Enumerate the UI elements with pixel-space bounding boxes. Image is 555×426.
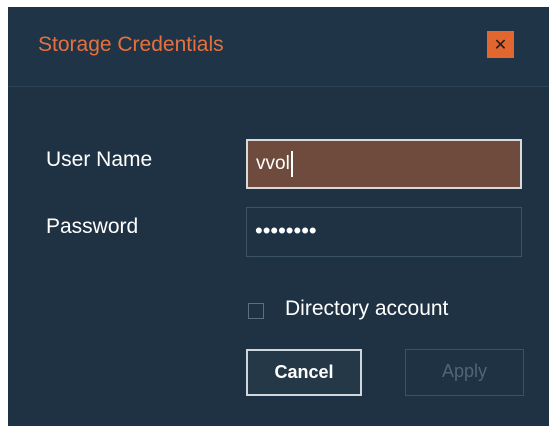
directory-account-checkbox[interactable] [248,303,264,319]
cancel-button[interactable]: Cancel [246,349,362,396]
close-x-icon: ✕ [493,35,508,54]
directory-account-label[interactable]: Directory account [285,297,448,321]
dialog-title: Storage Credentials [38,33,224,56]
password-masked-value: •••••••• [255,218,317,243]
dialog-title-bar: Storage Credentials ✕ [8,7,549,87]
username-value: vvol [256,153,290,174]
username-field[interactable]: vvol [246,139,522,189]
storage-credentials-dialog: Storage Credentials ✕ User Name vvol Pas… [8,7,549,426]
close-button[interactable]: ✕ [487,31,514,58]
username-label: User Name [46,148,153,171]
password-label: Password [46,215,139,238]
apply-button[interactable]: Apply [405,349,524,396]
password-field[interactable]: •••••••• [246,207,522,257]
text-caret [290,151,293,177]
